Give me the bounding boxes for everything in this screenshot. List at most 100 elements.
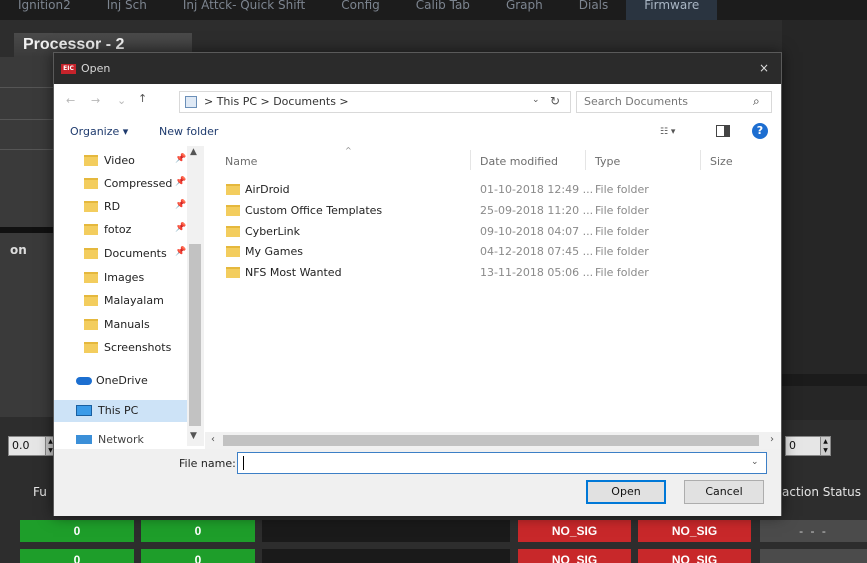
column-divider[interactable] xyxy=(470,150,471,170)
network-icon xyxy=(76,435,92,444)
status-cell xyxy=(262,520,510,542)
right-panel xyxy=(782,20,867,420)
nav-item-images[interactable]: Images xyxy=(54,267,204,289)
tab-config[interactable]: Config xyxy=(323,0,398,20)
divider xyxy=(0,119,55,120)
folder-icon xyxy=(84,201,98,212)
folder-icon xyxy=(226,184,240,195)
divider xyxy=(0,87,55,88)
nav-item-malayalam[interactable]: Malayalam xyxy=(54,290,204,312)
address-bar[interactable]: > This PC > Documents > ⌄ ↻ xyxy=(179,91,571,113)
chevron-down-icon[interactable]: ⌄ xyxy=(532,95,540,105)
tab-ignition2[interactable]: Ignition2 xyxy=(0,0,89,20)
folder-icon xyxy=(84,248,98,259)
nav-item-network[interactable]: Network xyxy=(54,429,204,446)
help-icon[interactable]: ? xyxy=(752,123,768,139)
file-list: Name ^ Date modified Type Size AirDroid … xyxy=(205,146,781,432)
scroll-left-icon[interactable]: ‹ xyxy=(211,434,215,445)
status-cell xyxy=(262,549,510,563)
folder-icon xyxy=(226,246,240,257)
folder-icon xyxy=(84,272,98,283)
scroll-thumb[interactable] xyxy=(223,435,759,446)
view-options-icon[interactable]: ☷ ▾ xyxy=(660,127,682,137)
right-strip xyxy=(782,374,867,386)
scroll-down-icon[interactable]: ▼ xyxy=(190,431,197,441)
dialog-footer: File name: ⌄ Open Cancel xyxy=(54,449,781,516)
fu-label: Fu xyxy=(33,485,47,499)
tab-inj-attck[interactable]: Inj Attck- Quick Shift xyxy=(165,0,323,20)
preview-pane-icon[interactable] xyxy=(716,125,730,137)
pin-icon: 📌 xyxy=(175,177,187,187)
tab-inj-sch[interactable]: Inj Sch xyxy=(89,0,165,20)
forward-arrow-icon[interactable]: → xyxy=(91,94,100,107)
back-arrow-icon[interactable]: ← xyxy=(66,94,75,107)
folder-icon xyxy=(84,224,98,235)
status-cell: - - - xyxy=(760,520,867,542)
status-cell: 0 xyxy=(20,549,134,563)
open-button[interactable]: Open xyxy=(586,480,666,504)
nav-item-rd[interactable]: RD 📌 xyxy=(54,196,204,218)
folder-icon xyxy=(84,295,98,306)
up-arrow-icon[interactable]: ↑ xyxy=(138,92,147,105)
cancel-button[interactable]: Cancel xyxy=(684,480,764,504)
background-app: Ignition2 Inj Sch Inj Attck- Quick Shift… xyxy=(0,0,867,563)
divider xyxy=(0,149,55,150)
refresh-icon[interactable]: ↻ xyxy=(550,94,560,108)
pin-icon: 📌 xyxy=(175,223,187,233)
scroll-right-icon[interactable]: › xyxy=(770,434,774,445)
file-name-field[interactable]: ⌄ xyxy=(237,452,767,474)
file-row[interactable]: AirDroid 01-10-2018 12:49 ... File folde… xyxy=(205,180,781,200)
status-cell: 0 xyxy=(141,520,255,542)
nav-item-manuals[interactable]: Manuals xyxy=(54,314,204,336)
tab-calib[interactable]: Calib Tab xyxy=(398,0,488,20)
recent-locations-icon[interactable]: ⌄ xyxy=(117,94,126,107)
file-row[interactable]: My Games 04-12-2018 07:45 ... File folde… xyxy=(205,242,781,262)
spinner-arrows-icon[interactable]: ▲ ▼ xyxy=(820,437,830,455)
scroll-up-icon[interactable]: ▲ xyxy=(190,147,197,157)
column-type-header[interactable]: Type xyxy=(595,155,620,168)
nav-item-documents[interactable]: Documents 📌 xyxy=(54,243,204,265)
nav-item-compressed[interactable]: Compressed 📌 xyxy=(54,173,204,195)
scroll-thumb[interactable] xyxy=(189,244,201,426)
new-folder-button[interactable]: New folder xyxy=(159,125,218,138)
file-row[interactable]: Custom Office Templates 25-09-2018 11:20… xyxy=(205,201,781,221)
open-file-dialog: EIC Open × ← → ⌄ ↑ > This PC > Documents… xyxy=(53,52,782,516)
column-divider[interactable] xyxy=(700,150,701,170)
column-divider[interactable] xyxy=(585,150,586,170)
file-row[interactable]: NFS Most Wanted 13-11-2018 05:06 ... Fil… xyxy=(205,263,781,283)
tab-firmware[interactable]: Firmware xyxy=(626,0,718,20)
column-size-header[interactable]: Size xyxy=(710,155,733,168)
folder-icon xyxy=(84,342,98,353)
nav-item-this-pc[interactable]: This PC xyxy=(54,400,204,422)
onedrive-cloud-icon xyxy=(76,377,92,385)
folder-icon xyxy=(84,319,98,330)
search-input[interactable]: Search Documents ⌕ xyxy=(576,91,772,113)
organize-button[interactable]: Organize ▾ xyxy=(70,125,128,138)
nav-item-fotoz[interactable]: fotoz 📌 xyxy=(54,219,204,241)
status-cell xyxy=(760,549,867,563)
nav-item-screenshots[interactable]: Screenshots xyxy=(54,337,204,359)
breadcrumb[interactable]: > This PC > Documents > xyxy=(204,95,349,108)
right-value-spinner[interactable]: 0 ▲ ▼ xyxy=(785,436,831,456)
close-icon[interactable]: × xyxy=(753,59,775,77)
nav-item-onedrive[interactable]: OneDrive xyxy=(54,370,204,392)
column-date-header[interactable]: Date modified xyxy=(480,155,558,168)
this-pc-icon xyxy=(185,96,197,108)
folder-icon xyxy=(226,205,240,216)
dialog-titlebar[interactable]: EIC Open × xyxy=(54,53,781,84)
status-cell: 0 xyxy=(20,520,134,542)
search-icon: ⌕ xyxy=(753,94,760,108)
tab-dials[interactable]: Dials xyxy=(561,0,627,20)
column-name-header[interactable]: Name xyxy=(225,155,257,168)
nav-item-video[interactable]: Video 📌 xyxy=(54,150,204,172)
navigation-bar: ← → ⌄ ↑ > This PC > Documents > ⌄ ↻ Sear… xyxy=(54,84,781,118)
chevron-down-icon[interactable]: ⌄ xyxy=(751,457,759,467)
file-row[interactable]: CyberLink 09-10-2018 04:07 ... File fold… xyxy=(205,222,781,242)
this-pc-icon xyxy=(76,405,92,416)
left-value-spinner[interactable]: 0.0 ▲ ▼ xyxy=(8,436,56,456)
tab-graph[interactable]: Graph xyxy=(488,0,561,20)
folder-icon xyxy=(84,155,98,166)
divider xyxy=(0,227,55,233)
file-list-scrollbar[interactable]: ‹ › xyxy=(205,432,781,449)
nav-pane-scrollbar[interactable]: ▲ ▼ xyxy=(187,146,204,446)
